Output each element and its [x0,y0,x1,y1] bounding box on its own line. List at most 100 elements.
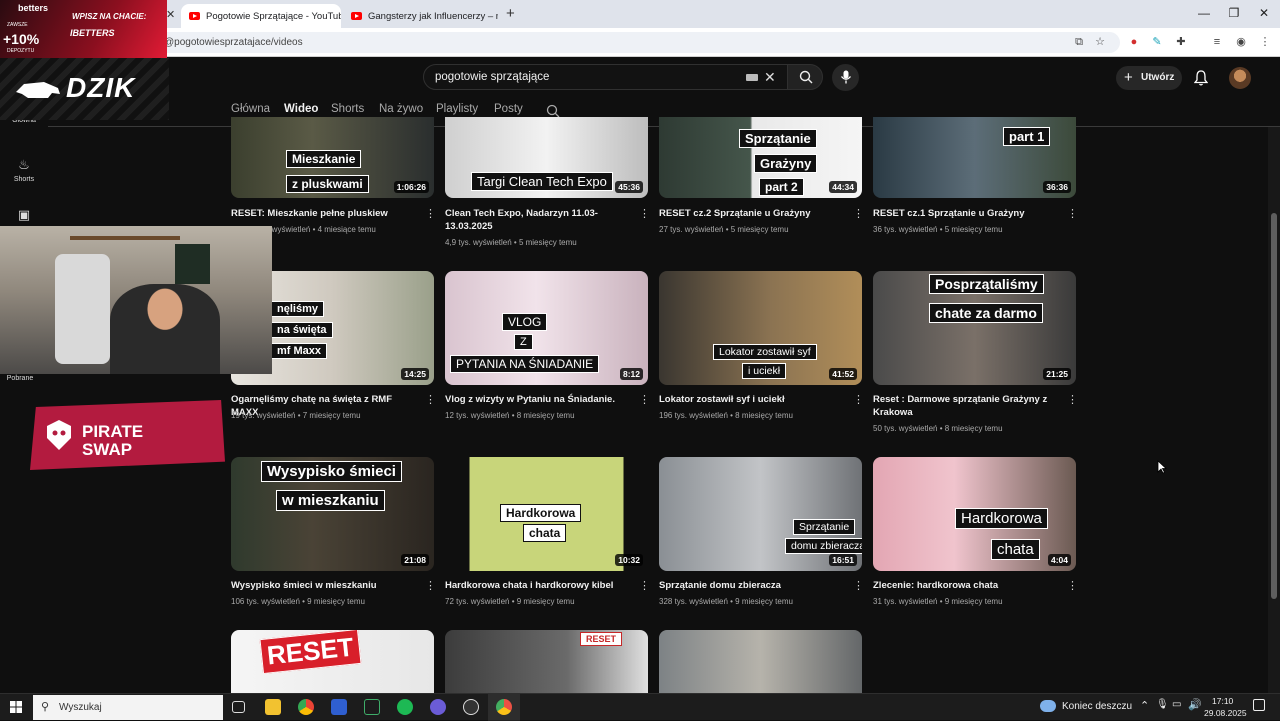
browser-menu-icon[interactable]: ⋮ [1258,35,1272,49]
search-input[interactable]: pogotowie sprzątające ✕ [423,64,788,90]
windows-start-icon[interactable] [10,701,22,713]
voice-search-button[interactable] [832,64,859,91]
nav-item-downloads[interactable]: Pobrane [0,375,48,382]
video-thumbnail[interactable]: part 1 36:36 [873,117,1076,198]
keyboard-icon[interactable] [746,74,758,81]
search-button[interactable] [787,64,823,90]
video-card[interactable]: RESET [231,630,434,693]
video-thumbnail[interactable]: Posprzątaliśmy chate za darmo 21:25 [873,271,1076,385]
video-thumbnail[interactable]: Mieszkanie z pluskwami 1:06:26 [231,117,434,198]
video-thumbnail[interactable]: RESET [445,630,648,693]
spotify-icon[interactable] [397,699,413,715]
video-title[interactable]: Vlog z wizyty w Pytaniu na Śniadanie. [445,393,630,406]
video-thumbnail[interactable]: RESET [231,630,434,693]
file-explorer-icon[interactable] [265,699,281,715]
video-card[interactable] [659,630,862,693]
video-thumbnail[interactable]: Sprzątanie Grażyny part 2 44:34 [659,117,862,198]
thumbnail-caption: part 1 [1003,127,1051,146]
video-title[interactable]: RESET cz.2 Sprzątanie u Grażyny [659,207,844,220]
app-green-icon[interactable] [364,699,380,715]
tray-chevron-icon[interactable]: ⌃ [1140,699,1149,712]
shorts-icon: ♨ [18,157,30,172]
channel-search-icon[interactable] [546,104,560,118]
video-menu-icon[interactable]: ⋮ [853,207,864,220]
video-menu-icon[interactable]: ⋮ [853,393,864,406]
app-blue-icon[interactable] [331,699,347,715]
tab-playlisty[interactable]: Playlisty [436,103,478,115]
minimize-button[interactable]: — [1196,6,1212,20]
weather-text[interactable]: Koniec deszczu [1062,701,1132,712]
tab-gangsterzy[interactable]: Gangsterzy jak Influencerzy – m ✕ [343,4,498,28]
volume-icon[interactable]: 🔊 [1188,698,1202,711]
close-window-button[interactable]: ✕ [1256,6,1272,20]
video-thumbnail[interactable]: Hardkorowa chata 4:04 [873,457,1076,571]
weather-cloud-icon[interactable] [1040,700,1056,712]
video-title[interactable]: Sprzątanie domu zbieracza [659,579,844,592]
obs-icon[interactable] [463,699,479,715]
clear-search-icon[interactable]: ✕ [764,65,776,89]
tab-close-icon[interactable]: ✕ [166,8,175,21]
create-button[interactable]: + Utwórz [1116,66,1182,90]
nav-item-shorts[interactable]: ♨ Shorts [0,157,48,183]
maximize-button[interactable]: ❐ [1226,6,1242,20]
url-input[interactable]: @pogotowiesprzatajace/videos [140,32,1120,53]
video-title[interactable]: Clean Tech Expo, Nadarzyn 11.03-13.03.20… [445,207,630,233]
microphone-tray-icon[interactable]: 🎙 [1156,699,1169,710]
video-thumbnail[interactable]: Lokator zostawił syf i uciekł 41:52 [659,271,862,385]
pirate-skull-icon [47,420,71,450]
page-scrollbar[interactable] [1268,127,1280,693]
video-thumbnail[interactable]: Sprzątanie domu zbieracza 16:51 [659,457,862,571]
video-thumbnail[interactable]: Hardkorowa chata 10:32 [445,457,648,571]
video-meta: 19 tys. wyświetleń • 7 miesięcy temu [231,411,361,420]
video-menu-icon[interactable]: ⋮ [853,579,864,592]
video-thumbnail[interactable] [659,630,862,693]
video-menu-icon[interactable]: ⋮ [425,207,436,220]
tab-youtube-active[interactable]: Pogotowie Sprzątające - YouTub ✕ [181,4,341,28]
video-title[interactable]: Zlecenie: hardkorowa chata [873,579,1058,592]
video-title[interactable]: RESET cz.1 Sprzątanie u Grażyny [873,207,1058,220]
video-title[interactable]: Wysypisko śmieci w mieszkaniu [231,579,416,592]
video-title[interactable]: Lokator zostawił syf i uciekł [659,393,844,406]
video-title[interactable]: Hardkorowa chata i hardkorowy kibel [445,579,630,592]
video-menu-icon[interactable]: ⋮ [1067,207,1078,220]
video-menu-icon[interactable]: ⋮ [639,579,650,592]
scrollbar-thumb[interactable] [1271,213,1277,599]
video-menu-icon[interactable]: ⋮ [425,579,436,592]
create-label: Utwórz [1141,72,1175,83]
tab-shorts[interactable]: Shorts [331,103,364,115]
video-menu-icon[interactable]: ⋮ [1067,579,1078,592]
notifications-icon[interactable] [1253,699,1265,711]
app-purple-icon[interactable] [430,699,446,715]
video-menu-icon[interactable]: ⋮ [639,393,650,406]
video-thumbnail[interactable]: VLOG Z PYTANIA NA ŚNIADANIE 8:12 [445,271,648,385]
tab-posty[interactable]: Posty [494,103,523,115]
account-avatar[interactable] [1229,67,1251,89]
clock-time[interactable]: 17:10 [1212,696,1233,706]
video-thumbnail[interactable]: Targi Clean Tech Expo 45:36 [445,117,648,198]
extension-red-icon[interactable]: ● [1127,35,1141,49]
video-menu-icon[interactable]: ⋮ [1067,393,1078,406]
tab-glowna[interactable]: Główna [231,103,270,115]
video-title[interactable]: RESET: Mieszkanie pełne pluskiew [231,207,416,220]
bookmark-star-icon[interactable]: ☆ [1093,35,1107,49]
extensions-puzzle-icon[interactable]: ✚ [1174,35,1188,49]
network-icon[interactable]: ▭ [1172,699,1181,710]
tab-na-zywo[interactable]: Na żywo [379,103,423,115]
taskbar-search-input[interactable]: ⚲ Wyszukaj [33,695,223,720]
video-title[interactable]: Reset : Darmowe sprzątanie Grażyny z Kra… [873,393,1058,419]
profile-icon[interactable]: ◉ [1234,35,1248,49]
video-thumbnail[interactable]: Wysypisko śmieci w mieszkaniu 21:08 [231,457,434,571]
chrome-icon[interactable] [298,699,314,715]
thumbnail-caption: w mieszkaniu [276,490,385,511]
task-view-icon[interactable] [232,701,245,713]
media-controls-icon[interactable]: ≡ [1210,35,1224,49]
new-tab-button[interactable]: + [506,5,515,22]
cast-icon[interactable]: ⧉ [1072,35,1086,49]
notifications-bell-icon[interactable] [1194,70,1208,86]
video-card[interactable]: RESET [445,630,648,693]
video-menu-icon[interactable]: ⋮ [639,207,650,220]
extension-translate-icon[interactable]: ✎ [1150,35,1164,49]
tab-wideo[interactable]: Wideo [284,103,318,115]
video-menu-icon[interactable]: ⋮ [425,393,436,406]
clock-date[interactable]: 29.08.2025 [1204,708,1247,718]
